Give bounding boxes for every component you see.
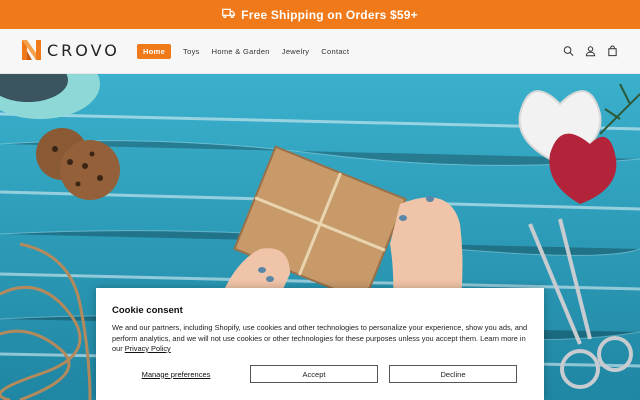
truck-icon — [222, 8, 236, 22]
brand-name: CROVO — [47, 40, 120, 60]
cookie-consent-dialog: Cookie consent We and our partners, incl… — [96, 288, 544, 400]
manage-preferences-link[interactable]: Manage preferences — [112, 365, 240, 383]
brand-logo[interactable]: CROVO — [21, 39, 120, 61]
header-actions — [563, 44, 618, 57]
site-header: CROVO Home Toys Home & Garden Jewelry Co… — [0, 29, 640, 74]
cart-icon[interactable] — [607, 44, 618, 57]
nav-item-home-garden[interactable]: Home & Garden — [212, 47, 270, 56]
cookie-body-text: We and our partners, including Shopify, … — [112, 323, 528, 353]
cookie-description: We and our partners, including Shopify, … — [112, 323, 528, 355]
account-icon[interactable] — [585, 44, 596, 57]
logo-mark-icon — [22, 40, 41, 60]
cookie-title: Cookie consent — [112, 305, 183, 316]
search-icon[interactable] — [563, 44, 574, 56]
nav-item-jewelry[interactable]: Jewelry — [282, 47, 310, 56]
accept-button[interactable]: Accept — [250, 365, 378, 383]
cookie-actions: Manage preferences Accept Decline — [112, 365, 518, 383]
decline-button[interactable]: Decline — [389, 365, 517, 383]
nav-item-contact[interactable]: Contact — [321, 47, 349, 56]
announcement-bar: Free Shipping on Orders $59+ — [0, 0, 640, 29]
nav-item-home[interactable]: Home — [137, 44, 172, 59]
announcement-text: Free Shipping on Orders $59+ — [241, 7, 418, 22]
main-nav: Home Toys Home & Garden Jewelry Contact — [137, 44, 361, 59]
privacy-policy-link[interactable]: Privacy Policy — [125, 344, 171, 353]
nav-item-toys[interactable]: Toys — [183, 47, 200, 56]
